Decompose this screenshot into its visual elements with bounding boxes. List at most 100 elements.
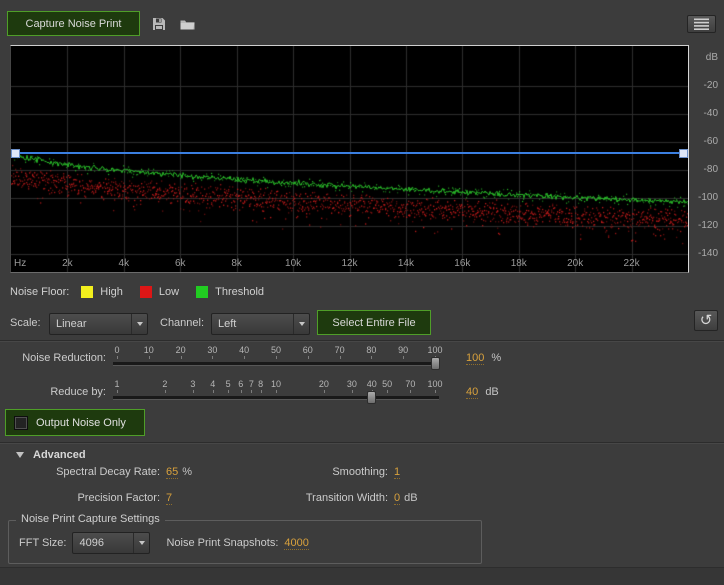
slider-tick-label: 40: [239, 345, 249, 355]
advanced-toggle[interactable]: Advanced: [16, 449, 86, 461]
spectral-decay-rate-unit: %: [182, 466, 192, 478]
slider-tick-label: 1: [114, 379, 119, 389]
db-axis-label: -120: [698, 220, 718, 231]
noise-print-snapshots-value[interactable]: 4000: [284, 537, 308, 550]
folder-icon: [179, 17, 196, 32]
slider-tick-label: 10: [271, 379, 281, 389]
db-axis-label: -140: [698, 248, 718, 259]
slider-tick-label: 70: [405, 379, 415, 389]
slider-tick: [340, 356, 341, 359]
legend-title: Noise Floor:: [10, 286, 69, 298]
noise-reduction-effect-panel: Capture Noise Print Hz2k4k6k8k10k12: [0, 0, 724, 585]
group-title: Noise Print Capture Settings: [16, 513, 165, 525]
reduce-by-value[interactable]: 40: [466, 386, 478, 399]
slider-tick: [276, 356, 277, 359]
db-axis-label: dB: [706, 52, 718, 63]
slider-tick-label: 30: [207, 345, 217, 355]
capture-noise-print-button[interactable]: Capture Noise Print: [7, 11, 140, 36]
slider-tick: [181, 356, 182, 359]
advanced-title: Advanced: [33, 449, 86, 461]
save-noise-print-button[interactable]: [148, 13, 170, 35]
precision-factor-field: Precision Factor: 7: [0, 492, 176, 505]
slider-tick-label: 80: [366, 345, 376, 355]
slider-tick-label: 7: [249, 379, 254, 389]
precision-factor-value[interactable]: 7: [166, 492, 172, 505]
reduce-by-unit: dB: [485, 386, 498, 398]
channel-value: Left: [212, 318, 293, 330]
output-noise-only-label: Output Noise Only: [36, 417, 126, 429]
slider-handle[interactable]: [367, 391, 376, 404]
transition-width-value[interactable]: 0: [394, 492, 400, 505]
panel-menu-button[interactable]: [687, 15, 716, 33]
slider-tick-label: 20: [319, 379, 329, 389]
open-noise-print-button[interactable]: [176, 13, 198, 35]
legend-swatch-high: [81, 286, 93, 298]
slider-tick: [149, 356, 150, 359]
channel-label: Channel:: [160, 317, 204, 329]
slider-tick-label: 100: [427, 345, 442, 355]
threshold-line[interactable]: [11, 152, 688, 154]
legend-label-threshold: Threshold: [215, 286, 264, 298]
slider-tick-label: 3: [190, 379, 195, 389]
scale-value: Linear: [50, 318, 131, 330]
chevron-down-icon: [131, 314, 147, 334]
noise-floor-legend: Noise Floor: High Low Threshold: [10, 286, 281, 298]
slider-track[interactable]: [113, 396, 439, 400]
chevron-down-icon: [293, 314, 309, 334]
legend-label-high: High: [100, 286, 123, 298]
slider-tick: [228, 390, 229, 393]
legend-label-low: Low: [159, 286, 179, 298]
slider-handle[interactable]: [431, 357, 440, 370]
slider-tick-label: 4: [210, 379, 215, 389]
noise-reduction-unit: %: [491, 352, 501, 364]
noise-reduction-label: Noise Reduction:: [0, 352, 106, 364]
fft-size-select[interactable]: 4096: [72, 532, 150, 554]
slider-tick: [251, 390, 252, 393]
smoothing-label: Smoothing:: [240, 466, 388, 478]
output-noise-only-option[interactable]: Output Noise Only: [5, 409, 145, 436]
slider-track[interactable]: [113, 362, 439, 366]
scale-select[interactable]: Linear: [49, 313, 148, 335]
reduce-by-slider[interactable]: 12345678102030405070100: [111, 379, 441, 407]
separator: [0, 340, 724, 342]
noise-reduction-value[interactable]: 100: [466, 352, 484, 365]
slider-tick-label: 30: [347, 379, 357, 389]
fft-size-label: FFT Size:: [19, 537, 66, 549]
slider-tick-label: 50: [382, 379, 392, 389]
db-axis-label: -80: [704, 164, 718, 175]
slider-tick: [276, 390, 277, 393]
slider-tick-label: 60: [303, 345, 313, 355]
slider-tick: [352, 390, 353, 393]
noise-reduction-value-row: 100 %: [466, 352, 501, 364]
slider-tick: [371, 356, 372, 359]
slider-tick-label: 6: [238, 379, 243, 389]
slider-tick-label: 10: [144, 345, 154, 355]
panel-bottom-strip: [0, 567, 724, 585]
noise-reduction-slider[interactable]: 0102030405060708090100: [111, 345, 441, 373]
slider-tick: [244, 356, 245, 359]
scale-label: Scale:: [10, 317, 41, 329]
reset-effect-button[interactable]: ↺: [694, 310, 718, 331]
slider-tick-label: 20: [176, 345, 186, 355]
smoothing-value[interactable]: 1: [394, 466, 400, 479]
slider-tick-label: 0: [114, 345, 119, 355]
threshold-handle-right[interactable]: [679, 149, 688, 158]
slider-tick: [410, 390, 411, 393]
capture-settings-row: FFT Size: 4096 Noise Print Snapshots: 40…: [19, 533, 309, 553]
slider-tick-label: 2: [162, 379, 167, 389]
transition-width-field: Transition Width: 0 dB: [240, 492, 418, 505]
smoothing-field: Smoothing: 1: [240, 466, 404, 479]
output-noise-only-checkbox[interactable]: [14, 416, 28, 430]
noise-floor-canvas[interactable]: [11, 46, 688, 272]
disclosure-triangle-icon: [16, 452, 24, 458]
noise-floor-plot[interactable]: Hz2k4k6k8k10k12k14k16k18k20k22k: [10, 45, 689, 273]
noise-print-snapshots-label: Noise Print Snapshots:: [166, 537, 278, 549]
slider-tick-label: 90: [398, 345, 408, 355]
threshold-handle-left[interactable]: [11, 149, 20, 158]
slider-tick-label: 100: [427, 379, 442, 389]
reduce-by-value-row: 40 dB: [466, 386, 499, 398]
slider-tick: [308, 356, 309, 359]
spectral-decay-rate-value[interactable]: 65: [166, 466, 178, 479]
select-entire-file-button[interactable]: Select Entire File: [317, 310, 431, 335]
channel-select[interactable]: Left: [211, 313, 310, 335]
